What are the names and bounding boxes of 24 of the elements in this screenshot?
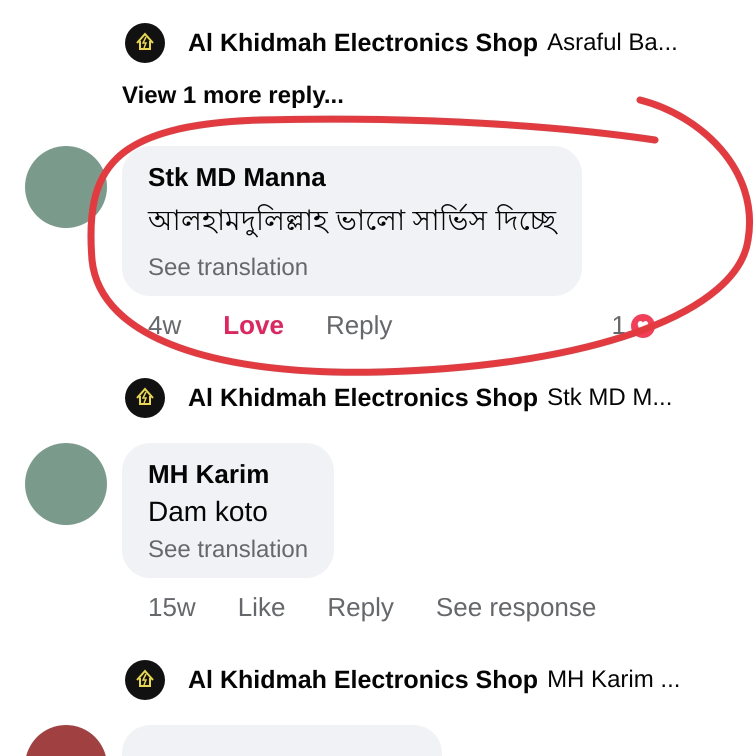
reply-preview-text[interactable]: Asraful Ba... xyxy=(547,29,678,57)
reply-link[interactable]: Reply xyxy=(326,310,392,341)
comment-author[interactable]: Stk MD Manna xyxy=(148,162,556,193)
reply-link[interactable]: Reply xyxy=(327,592,394,623)
comment-text: আলহামদুলিল্লাহ ভালো সার্ভিস দিচ্ছে xyxy=(148,202,556,240)
page-name[interactable]: Al Khidmah Electronics Shop xyxy=(188,666,538,694)
view-more-replies-link[interactable]: View 1 more reply... xyxy=(122,82,344,109)
reaction-count: 1 xyxy=(612,310,626,341)
see-translation-link[interactable]: See translation xyxy=(148,536,308,564)
comment-author[interactable]: MH Karim xyxy=(148,459,308,490)
comment-time: 4w xyxy=(148,310,182,341)
see-response-link[interactable]: See response xyxy=(436,592,596,623)
reaction-link[interactable]: Like xyxy=(238,592,286,623)
reply-preview-text[interactable]: MH Karim ... xyxy=(547,666,680,694)
shop-logo-icon[interactable] xyxy=(125,660,165,700)
shop-logo-icon[interactable] xyxy=(125,378,165,418)
shop-logo-icon[interactable] xyxy=(125,23,165,63)
comment-text: Dam koto xyxy=(148,496,269,528)
comment-time: 15w xyxy=(148,592,196,623)
see-translation-link[interactable]: See translation xyxy=(148,254,556,282)
page-name[interactable]: Al Khidmah Electronics Shop xyxy=(188,28,538,58)
reaction-link[interactable]: Love xyxy=(223,310,284,341)
page-name[interactable]: Al Khidmah Electronics Shop xyxy=(188,384,538,412)
reply-preview-text[interactable]: Stk MD M... xyxy=(547,384,672,412)
